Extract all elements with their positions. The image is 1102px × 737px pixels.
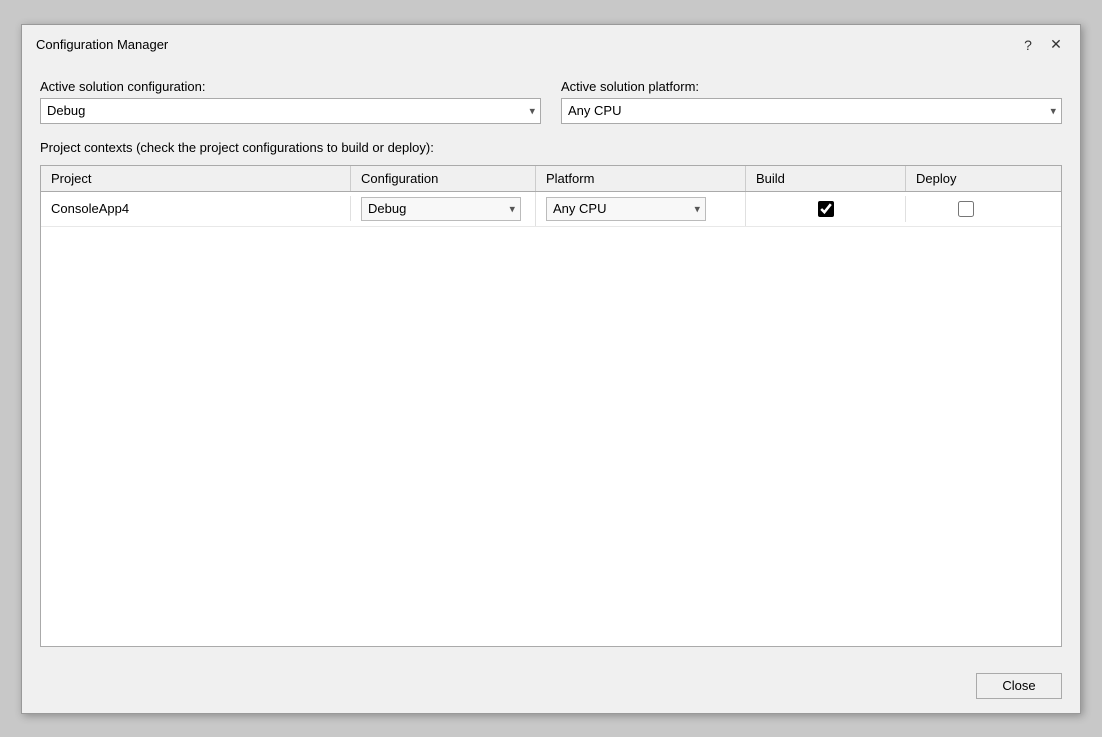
close-button[interactable]: Close: [976, 673, 1062, 699]
title-bar-controls: ? ✕: [1018, 35, 1066, 55]
project-contexts-table-container: Project Configuration Platform Build Dep…: [40, 165, 1062, 647]
dialog-footer: Close: [22, 663, 1080, 713]
configuration-manager-dialog: Configuration Manager ? ✕ Active solutio…: [21, 24, 1081, 714]
table-row: ConsoleApp4 Debug Release Any CPU: [41, 192, 1061, 227]
cell-build: [746, 196, 906, 222]
dialog-body: Active solution configuration: Debug Rel…: [22, 63, 1080, 663]
col-header-deploy: Deploy: [906, 166, 1026, 191]
deploy-checkbox[interactable]: [958, 201, 974, 217]
row-config-select[interactable]: Debug Release: [361, 197, 521, 221]
build-checkbox[interactable]: [818, 201, 834, 217]
dialog-title: Configuration Manager: [36, 37, 168, 52]
col-header-build: Build: [746, 166, 906, 191]
active-config-group: Active solution configuration: Debug Rel…: [40, 79, 541, 124]
active-platform-label: Active solution platform:: [561, 79, 1062, 94]
col-header-project: Project: [41, 166, 351, 191]
row-platform-select[interactable]: Any CPU x86 x64: [546, 197, 706, 221]
active-config-select[interactable]: Debug Release: [40, 98, 541, 124]
col-header-configuration: Configuration: [351, 166, 536, 191]
title-bar: Configuration Manager ? ✕: [22, 25, 1080, 63]
row-config-select-wrapper: Debug Release: [361, 197, 521, 221]
active-config-label: Active solution configuration:: [40, 79, 541, 94]
title-bar-left: Configuration Manager: [36, 37, 168, 52]
help-button[interactable]: ?: [1018, 35, 1038, 55]
active-platform-select-wrapper: Any CPU x86 x64: [561, 98, 1062, 124]
close-title-button[interactable]: ✕: [1046, 35, 1066, 55]
col-header-platform: Platform: [536, 166, 746, 191]
cell-project: ConsoleApp4: [41, 196, 351, 221]
active-platform-group: Active solution platform: Any CPU x86 x6…: [561, 79, 1062, 124]
solution-options-row: Active solution configuration: Debug Rel…: [40, 79, 1062, 124]
row-platform-select-wrapper: Any CPU x86 x64: [546, 197, 706, 221]
table-body: ConsoleApp4 Debug Release Any CPU: [41, 192, 1061, 227]
project-contexts-label: Project contexts (check the project conf…: [40, 140, 1062, 155]
cell-platform: Any CPU x86 x64: [536, 192, 746, 226]
cell-deploy: [906, 196, 1026, 222]
cell-configuration: Debug Release: [351, 192, 536, 226]
active-platform-select[interactable]: Any CPU x86 x64: [561, 98, 1062, 124]
table-header: Project Configuration Platform Build Dep…: [41, 166, 1061, 192]
active-config-select-wrapper: Debug Release: [40, 98, 541, 124]
